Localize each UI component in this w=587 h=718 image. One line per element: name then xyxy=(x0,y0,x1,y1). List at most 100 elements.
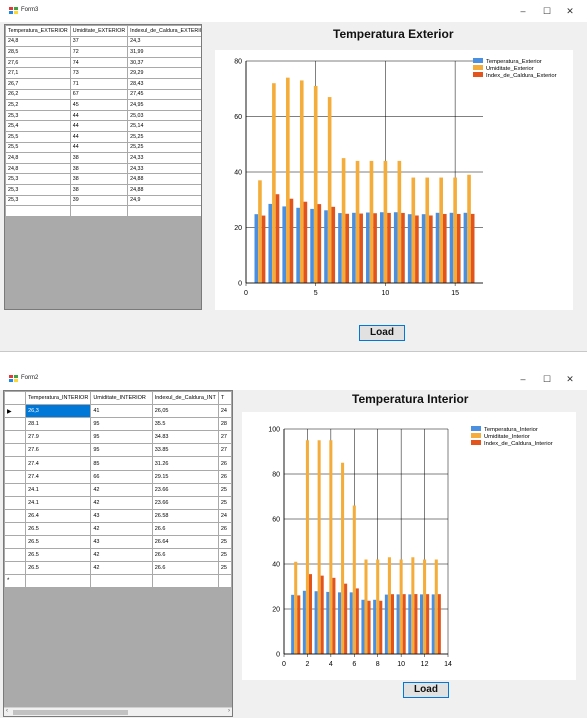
grid-cell[interactable]: 42 xyxy=(90,521,153,537)
data-grid[interactable]: Temperatura_EXTERIOR Umiditate_EXTERIOR In… xyxy=(4,24,202,310)
grid-cell[interactable]: 27.9 xyxy=(25,430,92,445)
grid-cell[interactable]: 73 xyxy=(69,67,129,79)
grid-cell[interactable]: 43 xyxy=(90,508,153,523)
table-row[interactable]: 24.1 42 23.66 25 xyxy=(4,482,232,497)
grid-cell[interactable]: 24,33 xyxy=(127,152,201,164)
grid-cell[interactable]: 26 xyxy=(217,456,232,471)
grid-cell[interactable]: 95 xyxy=(90,417,153,432)
grid-cell[interactable]: 27.4 xyxy=(25,469,92,484)
grid-cell[interactable]: 24,8 xyxy=(5,162,71,175)
grid-cell[interactable]: 23.66 xyxy=(151,495,219,510)
grid-cell[interactable] xyxy=(90,574,153,589)
grid-cell[interactable]: 27.4 xyxy=(25,456,92,471)
grid-cell[interactable]: 24,88 xyxy=(127,183,201,196)
table-row[interactable]: 24,8 37 24,3 xyxy=(5,35,201,48)
grid-cell[interactable]: 43 xyxy=(90,535,153,550)
grid-cell[interactable]: 25,3 xyxy=(5,183,71,196)
grid-cell[interactable]: 28,5 xyxy=(5,46,71,58)
grid-cell[interactable]: 25,3 xyxy=(5,194,71,207)
row-header[interactable] xyxy=(4,430,27,445)
grid-cell[interactable]: 28.1 xyxy=(25,417,92,432)
column-header[interactable]: Indexul_de_Caldura_INT xyxy=(151,391,219,406)
grid-cell[interactable]: 24,95 xyxy=(127,99,201,111)
table-row[interactable]: 27.4 66 29.15 26 xyxy=(4,469,232,484)
table-row[interactable]: 27.4 85 31.26 26 xyxy=(4,456,232,471)
row-header[interactable] xyxy=(4,456,27,471)
grid-cell[interactable]: 24 xyxy=(217,508,232,523)
grid-cell[interactable]: 41 xyxy=(90,404,153,419)
grid-cell[interactable]: 25,5 xyxy=(5,141,71,154)
grid-cell[interactable]: 25,3 xyxy=(5,173,71,185)
grid-cell[interactable]: 25,5 xyxy=(5,130,71,143)
grid-cell[interactable] xyxy=(151,574,219,589)
grid-cell[interactable]: 72 xyxy=(69,46,129,58)
grid-cell[interactable]: 42 xyxy=(90,561,153,576)
grid-cell[interactable]: 26 xyxy=(217,521,232,537)
table-row[interactable]: 25,3 38 24,88 xyxy=(5,173,201,185)
grid-cell[interactable]: 31,99 xyxy=(127,46,201,58)
grid-cell[interactable] xyxy=(217,574,232,589)
grid-cell[interactable]: 24,9 xyxy=(127,194,201,207)
table-row[interactable]: ▶ 26,3 41 26,05 24 xyxy=(4,404,232,419)
grid-cell[interactable]: 24 xyxy=(217,404,232,419)
table-row[interactable]: 27,1 73 29,29 xyxy=(5,67,201,79)
grid-cell[interactable]: 44 xyxy=(69,141,129,154)
grid-cell[interactable]: 24,33 xyxy=(127,162,201,175)
grid-cell[interactable]: 26.64 xyxy=(151,535,219,550)
table-row[interactable]: 25,5 44 25,25 xyxy=(5,130,201,143)
grid-cell[interactable]: 33.85 xyxy=(151,443,219,458)
scroll-left-icon[interactable]: ‹ xyxy=(6,708,8,714)
row-header[interactable] xyxy=(4,417,27,432)
table-row[interactable]: 26.4 43 26.58 24 xyxy=(4,508,232,523)
column-header[interactable]: Indexul_de_Caldura_EXTERIOR xyxy=(127,25,201,37)
scroll-right-icon[interactable]: › xyxy=(228,708,230,714)
column-header[interactable]: Temperatura_EXTERIOR xyxy=(5,25,71,37)
row-header[interactable]: * xyxy=(4,574,27,589)
grid-cell[interactable]: 26.5 xyxy=(25,521,92,537)
close-icon[interactable]: ✕ xyxy=(560,371,580,387)
grid-cell[interactable]: 27,6 xyxy=(5,56,71,69)
grid-cell[interactable]: 26,7 xyxy=(5,77,71,90)
grid-cell[interactable] xyxy=(25,574,92,589)
grid-cell[interactable]: 26.4 xyxy=(25,508,92,523)
table-row[interactable]: 27.6 95 33.85 27 xyxy=(4,443,232,458)
row-header[interactable] xyxy=(4,535,27,550)
grid-cell[interactable]: 26,05 xyxy=(151,404,219,419)
grid-cell[interactable] xyxy=(69,205,129,217)
table-row[interactable]: 25,3 44 25,03 xyxy=(5,109,201,122)
row-header[interactable] xyxy=(4,469,27,484)
grid-cell[interactable]: 26.58 xyxy=(151,508,219,523)
grid-cell[interactable]: 44 xyxy=(69,120,129,132)
grid-cell[interactable]: 26,2 xyxy=(5,88,71,101)
grid-cell[interactable]: 28 xyxy=(217,417,232,432)
table-row[interactable]: 25,3 39 24,9 xyxy=(5,194,201,207)
grid-cell[interactable]: 27 xyxy=(217,430,232,445)
table-row[interactable]: 26.5 42 26.6 25 xyxy=(4,561,232,576)
column-header[interactable]: Umiditate_INTERIOR xyxy=(90,391,153,406)
grid-cell[interactable]: 45 xyxy=(69,99,129,111)
table-row[interactable]: 28.1 95 35.5 28 xyxy=(4,417,232,432)
load-button[interactable]: Load xyxy=(403,682,449,698)
table-row[interactable]: 26.5 42 26.6 25 xyxy=(4,548,232,563)
grid-cell[interactable]: 24.1 xyxy=(25,495,92,510)
grid-cell[interactable]: 27,45 xyxy=(127,88,201,101)
table-row[interactable]: 25,5 44 25,25 xyxy=(5,141,201,154)
row-header[interactable] xyxy=(4,561,27,576)
grid-cell[interactable]: 25,3 xyxy=(5,109,71,122)
grid-cell[interactable]: 24,88 xyxy=(127,173,201,185)
close-icon[interactable]: ✕ xyxy=(560,3,580,19)
row-header[interactable] xyxy=(4,495,27,510)
table-row[interactable]: 25,2 45 24,95 xyxy=(5,99,201,111)
grid-cell[interactable]: 28,43 xyxy=(127,77,201,90)
grid-cell[interactable]: 26.5 xyxy=(25,561,92,576)
grid-cell[interactable]: 24,8 xyxy=(5,35,71,48)
grid-cell[interactable]: 26.6 xyxy=(151,561,219,576)
column-header[interactable]: Umiditate_EXTERIOR xyxy=(69,25,129,37)
row-header[interactable] xyxy=(4,482,27,497)
grid-cell[interactable]: 30,37 xyxy=(127,56,201,69)
grid-cell[interactable]: 42 xyxy=(90,495,153,510)
grid-cell[interactable]: 31.26 xyxy=(151,456,219,471)
grid-cell[interactable]: 25,2 xyxy=(5,99,71,111)
grid-cell[interactable]: 29.15 xyxy=(151,469,219,484)
table-row[interactable]: 26,7 71 28,43 xyxy=(5,77,201,90)
